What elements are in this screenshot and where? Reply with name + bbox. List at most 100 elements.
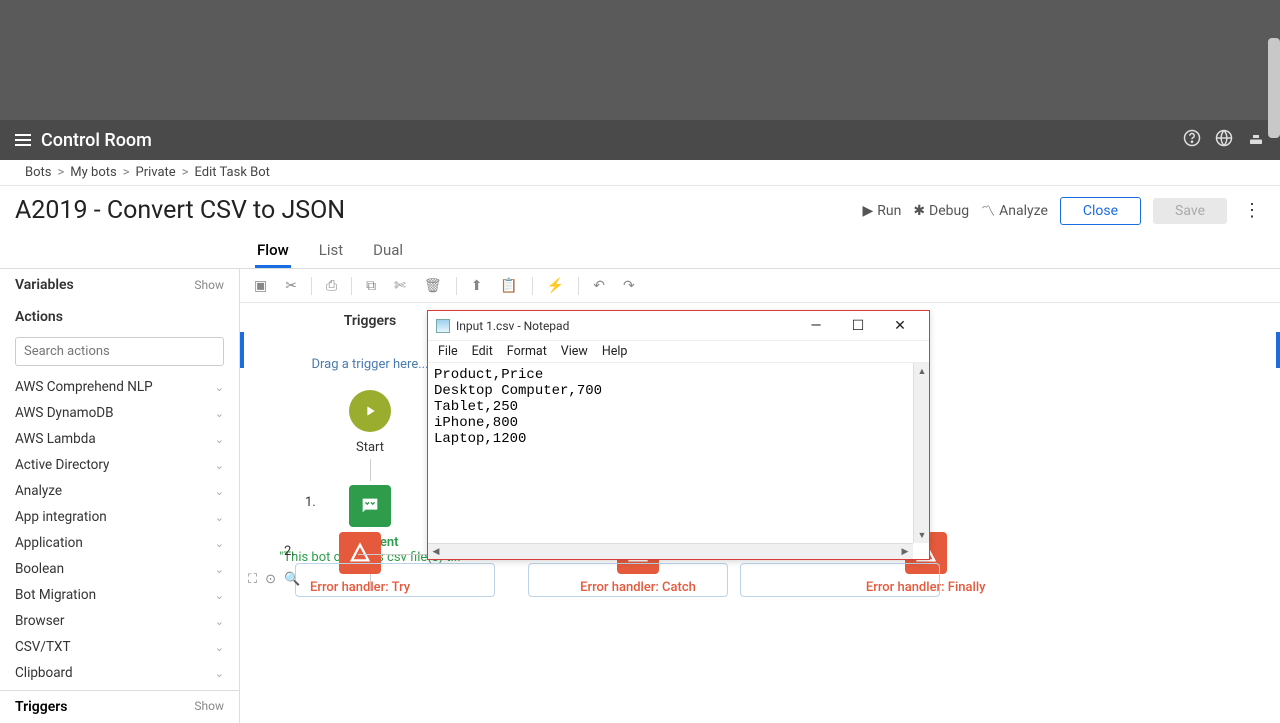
chevron-down-icon: ⌄ [215,615,224,628]
app-title: Control Room [41,130,152,151]
action-item[interactable]: Boolean⌄ [0,556,239,582]
sidebar: Variables Show Actions AWS Comprehend NL… [0,269,240,723]
crumb-mybots[interactable]: My bots [70,165,116,180]
header-bar: Control Room [0,120,1280,160]
triggers-show[interactable]: Show [194,699,224,715]
page-title: A2019 - Convert CSV to JSON [15,196,345,225]
menu-format[interactable]: Format [507,344,547,359]
tab-list[interactable]: List [317,235,345,268]
notepad-content[interactable]: Product,Price Desktop Computer,700 Table… [428,363,929,543]
close-icon[interactable]: ✕ [879,312,921,340]
menu-help[interactable]: Help [602,344,628,359]
zoom-reset-icon[interactable]: ⊙ [265,572,276,587]
delete-icon[interactable]: 🗑 [420,276,446,296]
action-item[interactable]: CSV/TXT⌄ [0,634,239,660]
close-button[interactable]: Close [1060,197,1141,225]
zoom-icon[interactable]: 🔍 [284,572,300,587]
action-item[interactable]: AWS Lambda⌄ [0,426,239,452]
left-indicator [240,332,244,368]
scroll-right-icon[interactable]: ▶ [897,544,913,560]
hamburger-icon[interactable] [15,134,31,146]
menu-file[interactable]: File [438,344,458,359]
action-item[interactable]: Bot Migration⌄ [0,582,239,608]
run-button[interactable]: ▶ Run [862,203,901,219]
canvas-toolbar: ▣ ✂ ⎙ ⧉ ✄ 🗑 ⬆ 📋 ⚡ ↶ ↷ [240,269,1280,303]
comment-node[interactable] [349,485,391,527]
error-catch-frame [528,563,728,597]
error-try-frame [295,563,495,597]
chevron-down-icon: ⌄ [215,641,224,654]
crumb-private[interactable]: Private [136,165,176,180]
action-item[interactable]: App integration⌄ [0,504,239,530]
chevron-down-icon: ⌄ [215,485,224,498]
minimize-icon[interactable]: — [795,312,837,340]
action-item[interactable]: Analyze⌄ [0,478,239,504]
notepad-title: Input 1.csv - Notepad [456,319,795,333]
copy-icon[interactable]: ⧉ [362,276,380,296]
crumb-current: Edit Task Bot [195,165,270,180]
breadcrumb: Bots> My bots> Private> Edit Task Bot [0,160,1280,186]
start-label: Start [356,440,384,455]
chevron-down-icon: ⌄ [215,381,224,394]
action-item[interactable]: Active Directory⌄ [0,452,239,478]
notepad-menu: File Edit Format View Help [428,341,929,363]
error-finally-frame [740,563,940,597]
step-num-1: 1. [305,495,316,510]
search-actions-input[interactable] [15,337,224,366]
maximize-icon[interactable]: ☐ [837,312,879,340]
action-item[interactable]: Application⌄ [0,530,239,556]
profile-icon[interactable] [1247,129,1265,151]
scroll-down-icon[interactable]: ▼ [914,527,930,543]
record-icon[interactable]: ▣ [250,276,271,296]
notepad-titlebar[interactable]: Input 1.csv - Notepad — ☐ ✕ [428,311,929,341]
scroll-up-icon[interactable]: ▲ [914,363,930,379]
action-item[interactable]: AWS DynamoDB⌄ [0,400,239,426]
variables-show[interactable]: Show [194,278,224,292]
cut-icon[interactable]: ✄ [390,276,410,296]
menu-edit[interactable]: Edit [472,344,493,359]
more-menu-icon[interactable]: ⋮ [1239,200,1265,221]
toggle-icon[interactable]: ⚡ [543,276,568,296]
notepad-icon [436,319,450,333]
action-item[interactable]: Browser⌄ [0,608,239,634]
debug-button[interactable]: ✱ Debug [913,203,969,219]
start-node[interactable] [349,390,391,432]
tab-dual[interactable]: Dual [371,235,405,268]
fit-icon[interactable]: ⛶ [248,572,257,587]
upload-icon[interactable]: ⬆ [467,276,487,296]
top-dark-band [0,0,1280,120]
variables-heading: Variables [15,277,74,293]
step-num-2: 2. [284,544,295,559]
chevron-down-icon: ⌄ [215,537,224,550]
chevron-down-icon: ⌄ [215,459,224,472]
notepad-window[interactable]: Input 1.csv - Notepad — ☐ ✕ File Edit Fo… [427,310,930,560]
chevron-down-icon: ⌄ [215,667,224,680]
undo-icon[interactable]: ↶ [589,276,609,296]
globe-icon[interactable] [1215,129,1233,151]
paste-icon[interactable]: 📋 [496,276,521,296]
triggers-heading: Triggers [15,699,68,715]
chevron-down-icon: ⌄ [215,589,224,602]
action-item[interactable]: AWS Comprehend NLP⌄ [0,374,239,400]
tab-flow[interactable]: Flow [255,235,291,268]
scroll-left-icon[interactable]: ◀ [428,544,444,560]
snapshot-icon[interactable]: ⎙ [322,276,341,296]
help-icon[interactable] [1183,129,1201,151]
chevron-down-icon: ⌄ [215,563,224,576]
analyze-button[interactable]: 〽 Analyze [981,201,1048,221]
actions-heading: Actions [15,309,63,325]
chevron-down-icon: ⌄ [215,511,224,524]
notepad-scroll-h[interactable]: ◀ ▶ [428,543,913,559]
action-list[interactable]: AWS Comprehend NLP⌄ AWS DynamoDB⌄ AWS La… [0,374,239,690]
action-item[interactable]: Clipboard⌄ [0,660,239,686]
redo-icon[interactable]: ↷ [619,276,639,296]
save-button: Save [1153,198,1227,224]
right-indicator [1276,332,1280,368]
menu-view[interactable]: View [561,344,588,359]
notepad-scroll-v[interactable]: ▲ ▼ [913,363,929,543]
chevron-down-icon: ⌄ [215,407,224,420]
shuffle-icon[interactable]: ✂ [281,276,301,296]
crumb-bots[interactable]: Bots [25,165,51,180]
view-tabs: Flow List Dual [0,235,1280,269]
sidebar-scrollbar[interactable] [1268,38,1280,138]
